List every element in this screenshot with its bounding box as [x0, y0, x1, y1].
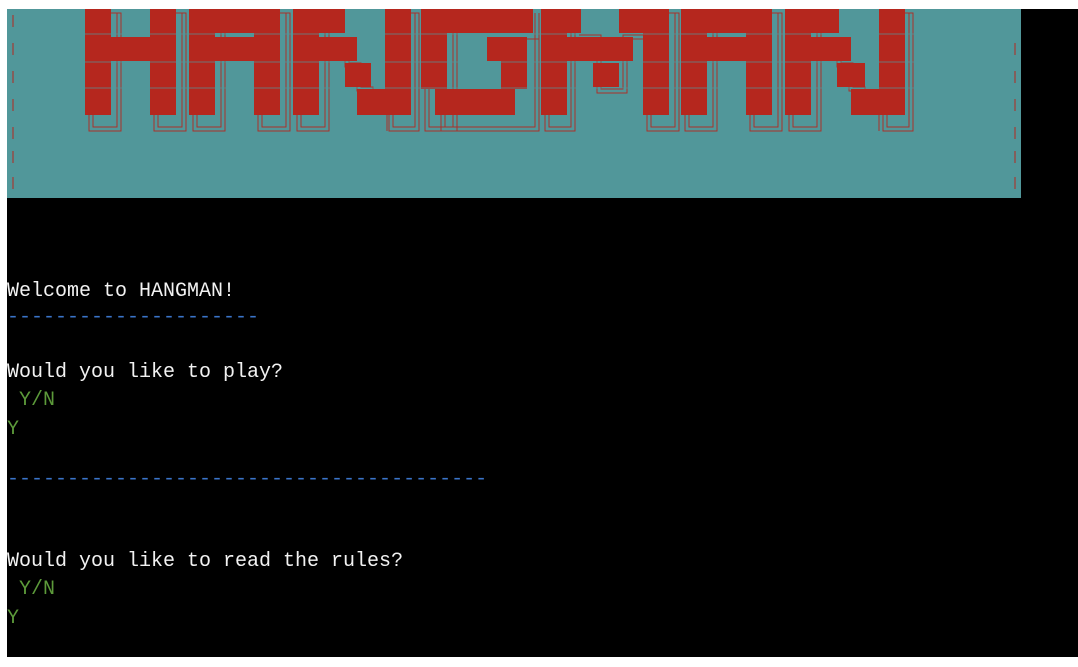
letter-n2-block [837, 63, 865, 87]
divider-short: --------------------- [7, 306, 260, 329]
letter-n-block [319, 37, 357, 61]
letter-g-block [421, 9, 533, 33]
letter-n2-block [785, 9, 839, 33]
letter-m-block [567, 37, 633, 61]
welcome-message: Welcome to HANGMAN! [7, 280, 236, 303]
hangman-banner-art [12, 9, 1016, 189]
letter-h-block [85, 37, 176, 61]
letter-a-block [189, 9, 280, 33]
letter-g-block [435, 89, 515, 115]
letter-n-block [293, 9, 345, 33]
rules-prompt: Would you like to read the rules? [7, 550, 404, 573]
play-answer-input[interactable]: Y [7, 418, 19, 442]
letter-g-block [501, 37, 527, 89]
letter-n-block [357, 89, 411, 115]
play-prompt: Would you like to play? [7, 361, 284, 384]
terminal-window[interactable]: Welcome to HANGMAN! --------------------… [7, 9, 1078, 657]
letter-a2-block [681, 37, 772, 61]
letter-m-block [619, 9, 669, 33]
divider-long: ---------------------------------------- [7, 468, 488, 491]
letter-n2-block [851, 89, 905, 115]
letter-m-block [541, 9, 581, 33]
letter-a2-block [681, 9, 772, 33]
letter-a-block [189, 37, 280, 61]
letter-n-block [345, 63, 371, 87]
play-options: Y/N [7, 389, 56, 412]
letter-n2-block [811, 37, 851, 61]
rules-options: Y/N [7, 578, 56, 601]
letter-m-block [593, 63, 619, 87]
hangman-ascii-banner [7, 9, 1021, 198]
rules-answer-input[interactable]: Y [7, 607, 19, 631]
